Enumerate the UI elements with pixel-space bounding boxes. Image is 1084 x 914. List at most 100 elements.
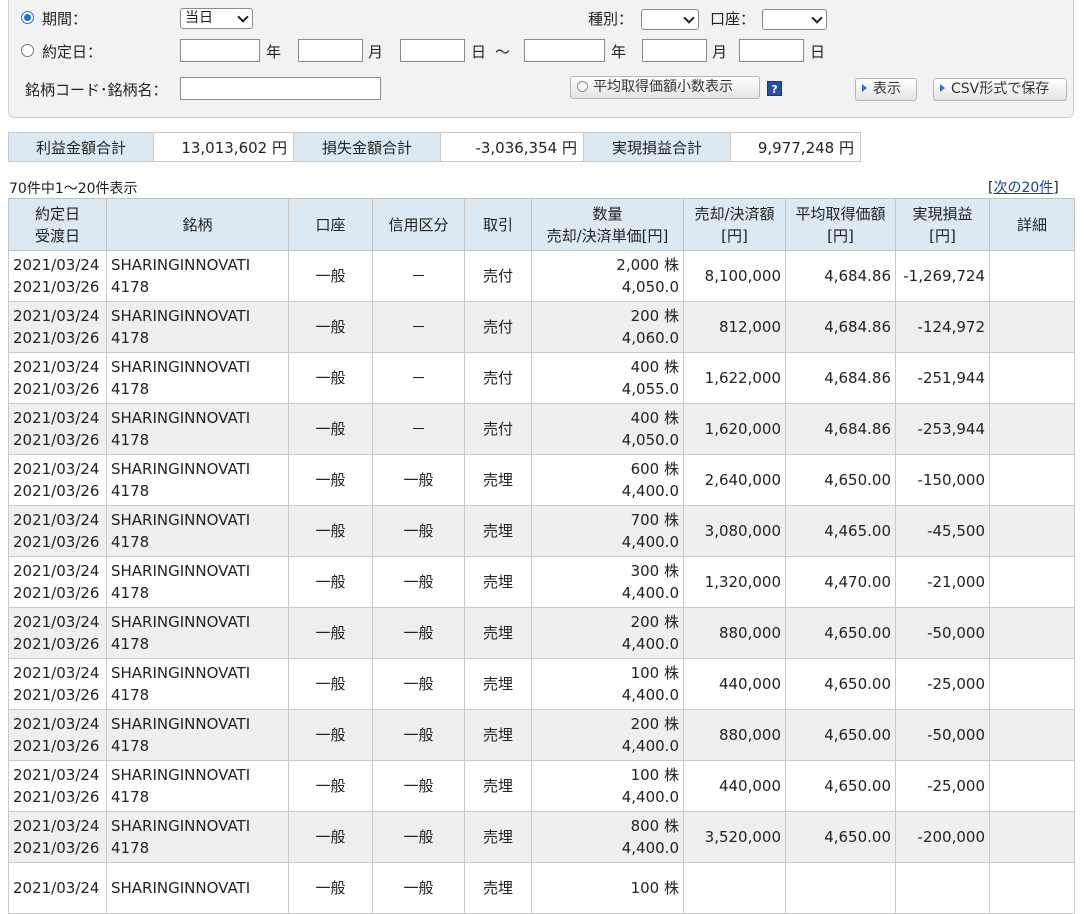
cell-trade: 売付 — [464, 352, 532, 404]
trade-date: 2021/03/24 — [13, 511, 100, 529]
settle-date: 2021/03/26 — [13, 686, 100, 704]
cell-detail[interactable] — [989, 607, 1075, 659]
cell-credit: － — [372, 301, 465, 353]
cell-avg-price: 4,470.00 — [785, 556, 896, 608]
trade-date: 2021/03/24 — [13, 256, 100, 274]
cell-dates: 2021/03/24 2021/03/26 — [8, 607, 107, 659]
table-row: 2021/03/24 2021/03/26 SHARINGINNOVATI 4178 一… — [8, 760, 1075, 812]
to-year-input[interactable] — [524, 39, 605, 62]
cell-stock: SHARINGINNOVATI — [106, 862, 289, 914]
table-row: 2021/03/24 2021/03/26 SHARINGINNOVATI 4178 一… — [8, 607, 1075, 659]
cell-detail[interactable] — [989, 709, 1075, 761]
cell-account: 一般 — [288, 862, 373, 914]
stock-code-input[interactable] — [180, 77, 381, 100]
unit-price: 4,400.0 — [621, 686, 679, 704]
table-row: 2021/03/24 2021/03/26 SHARINGINNOVATI 4178 一… — [8, 709, 1075, 761]
cell-account: 一般 — [288, 607, 373, 659]
cell-dates: 2021/03/24 2021/03/26 — [8, 250, 107, 302]
cell-detail[interactable] — [989, 658, 1075, 710]
cell-detail[interactable] — [989, 862, 1075, 914]
stock-name: SHARINGINNOVATI — [111, 511, 251, 529]
cell-stock: SHARINGINNOVATI 4178 — [106, 352, 289, 404]
cell-quantity: 100 株 4,400.0 — [531, 658, 684, 710]
cell-sale-amount: 1,622,000 — [683, 352, 786, 404]
stock-code: 4178 — [111, 635, 150, 653]
stock-code: 4178 — [111, 431, 150, 449]
cell-credit: 一般 — [372, 862, 465, 914]
cell-dates: 2021/03/24 2021/03/26 — [8, 352, 107, 404]
stock-code: 4178 — [111, 380, 150, 398]
cell-account: 一般 — [288, 658, 373, 710]
avg-decimal-button[interactable]: 平均取得価額小数表示 — [570, 76, 760, 99]
cell-realized-pl: -200,000 — [895, 811, 990, 863]
trade-date: 2021/03/24 — [13, 562, 100, 580]
stock-name: SHARINGINNOVATI — [111, 613, 251, 631]
header-credit: 信用区分 — [372, 198, 465, 251]
unit-price: 4,400.0 — [621, 737, 679, 755]
header-avg-price: 平均取得価額 [円] — [785, 198, 896, 251]
cell-avg-price: 4,684.86 — [785, 352, 896, 404]
cell-credit: 一般 — [372, 709, 465, 761]
cell-quantity: 600 株 4,400.0 — [531, 454, 684, 506]
display-button[interactable]: 表示 — [855, 78, 917, 101]
from-day-input[interactable] — [400, 39, 465, 62]
settle-date: 2021/03/26 — [13, 635, 100, 653]
cell-avg-price: 4,650.00 — [785, 607, 896, 659]
csv-save-button[interactable]: CSV形式で保存 — [933, 78, 1067, 101]
help-icon[interactable]: ? — [767, 81, 782, 96]
stock-code: 4178 — [111, 686, 150, 704]
cell-account: 一般 — [288, 352, 373, 404]
quantity: 200 株 — [630, 307, 679, 325]
to-day-input[interactable] — [739, 39, 804, 62]
stock-name: SHARINGINNOVATI — [111, 256, 251, 274]
period-select[interactable]: 当日 — [180, 8, 253, 29]
trade-date: 2021/03/24 — [13, 715, 100, 733]
quantity: 700 株 — [630, 511, 679, 529]
from-month-input[interactable] — [298, 39, 363, 62]
cell-realized-pl: -124,972 — [895, 301, 990, 353]
settle-date: 2021/03/26 — [13, 380, 100, 398]
cell-detail[interactable] — [989, 505, 1075, 557]
period-radio[interactable] — [21, 11, 34, 24]
account-select[interactable] — [762, 9, 827, 30]
stock-name: SHARINGINNOVATI — [111, 409, 251, 427]
unit-price: 4,055.0 — [621, 380, 679, 398]
profit-value: 13,013,602 円 — [153, 132, 294, 162]
trade-date: 2021/03/24 — [13, 664, 100, 682]
cell-trade: 売埋 — [464, 607, 532, 659]
cell-avg-price: 4,684.86 — [785, 403, 896, 455]
to-month-input[interactable] — [642, 39, 707, 62]
period-select-value: 当日 — [185, 10, 213, 26]
table-row: 2021/03/24 2021/03/26 SHARINGINNOVATI 4178 一… — [8, 658, 1075, 710]
stock-name: SHARINGINNOVATI — [111, 766, 251, 784]
cell-detail[interactable] — [989, 556, 1075, 608]
header-stock: 銘柄 — [106, 198, 289, 251]
cell-detail[interactable] — [989, 811, 1075, 863]
next-page-link[interactable]: 次の20件 — [993, 180, 1053, 196]
cell-detail[interactable] — [989, 352, 1075, 404]
cell-detail[interactable] — [989, 760, 1075, 812]
results-body: 2021/03/24 2021/03/26 SHARINGINNOVATI 4178 一… — [8, 250, 1075, 914]
tradedate-radio[interactable] — [21, 44, 34, 57]
cell-credit: 一般 — [372, 760, 465, 812]
table-row: 2021/03/24 2021/03/26 SHARINGINNOVATI 4178 一… — [8, 556, 1075, 608]
chevron-down-icon — [811, 12, 823, 24]
header-avg: 平均取得価額 — [795, 204, 886, 223]
cell-stock: SHARINGINNOVATI 4178 — [106, 556, 289, 608]
cell-trade: 売埋 — [464, 505, 532, 557]
trade-date: 2021/03/24 — [13, 817, 100, 835]
cell-trade: 売埋 — [464, 760, 532, 812]
from-year-input[interactable] — [180, 39, 260, 62]
cell-detail[interactable] — [989, 301, 1075, 353]
settle-date: 2021/03/26 — [13, 737, 100, 755]
cell-detail[interactable] — [989, 454, 1075, 506]
cell-detail[interactable] — [989, 250, 1075, 302]
cell-dates: 2021/03/24 2021/03/26 — [8, 811, 107, 863]
arrow-right-icon — [940, 84, 945, 92]
header-qty: 数量 — [592, 204, 623, 223]
cell-detail[interactable] — [989, 403, 1075, 455]
cell-account: 一般 — [288, 301, 373, 353]
type-select[interactable] — [641, 9, 699, 30]
summary-table: 利益金額合計 13,013,602 円 損失金額合計 -3,036,354 円 … — [8, 132, 861, 162]
trade-date: 2021/03/24 — [13, 307, 100, 325]
